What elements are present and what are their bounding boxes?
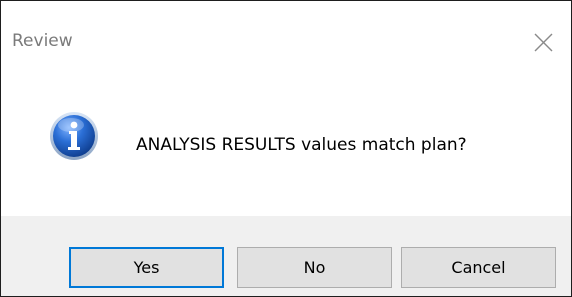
yes-button[interactable]: Yes [69, 247, 224, 288]
review-dialog: Review ANALYSIS RESULTS values match pla… [0, 0, 572, 297]
button-bar: Yes No Cancel [1, 216, 571, 296]
information-icon [49, 111, 99, 161]
no-button[interactable]: No [237, 247, 392, 288]
message-area: ANALYSIS RESULTS values match plan? [1, 78, 571, 216]
title-bar[interactable]: Review [1, 1, 571, 78]
cancel-button[interactable]: Cancel [401, 247, 556, 288]
close-button[interactable] [525, 23, 563, 61]
close-icon [534, 33, 553, 52]
message-text: ANALYSIS RESULTS values match plan? [136, 135, 467, 155]
window-title: Review [12, 31, 73, 51]
